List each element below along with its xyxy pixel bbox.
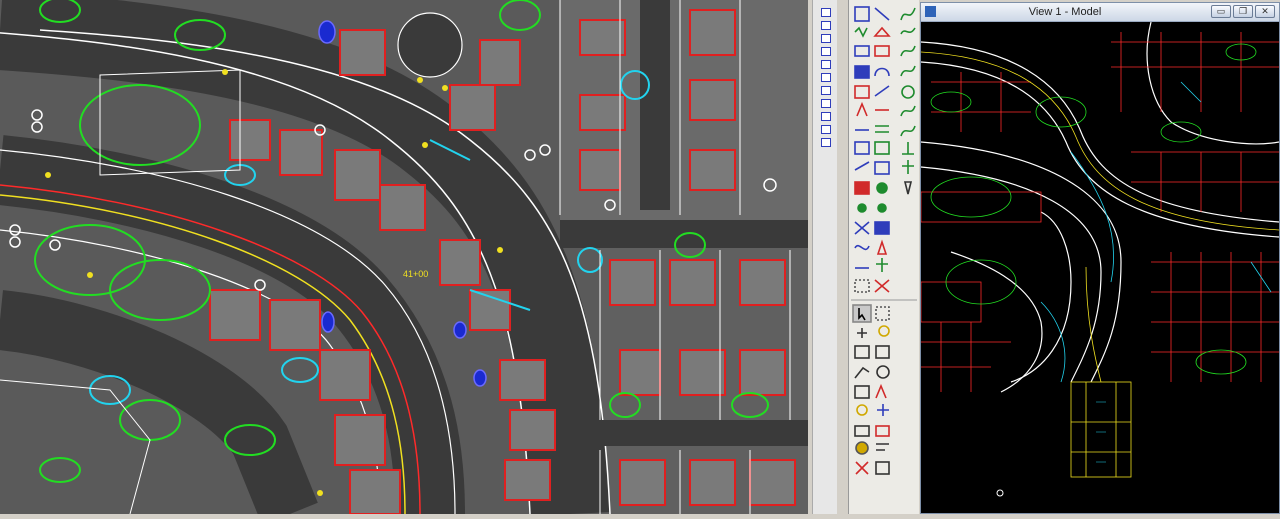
text2-icon[interactable]: [875, 383, 887, 399]
grid-icon[interactable]: [854, 45, 870, 57]
line-icon[interactable]: [874, 7, 890, 21]
tree-icon[interactable]: [902, 160, 914, 174]
hatch2-icon[interactable]: [854, 345, 870, 359]
level-icon-4[interactable]: [821, 47, 831, 56]
points-icon[interactable]: [874, 85, 890, 97]
flame-icon[interactable]: [876, 239, 888, 255]
image-icon[interactable]: [874, 141, 890, 155]
polygon-icon[interactable]: [874, 45, 890, 57]
polyline-icon[interactable]: [854, 366, 870, 379]
zoom-icon[interactable]: [875, 461, 890, 475]
cell-icon[interactable]: [854, 65, 870, 79]
view-title-bar[interactable]: View 1 - Model ▭ ❐ ✕: [921, 3, 1279, 22]
arc-icon[interactable]: [874, 67, 890, 77]
dots-icon[interactable]: [876, 182, 888, 194]
copy-icon[interactable]: [854, 385, 870, 399]
move-icon[interactable]: [877, 404, 889, 416]
light-icon[interactable]: [856, 404, 868, 416]
circle-icon[interactable]: [901, 85, 915, 99]
curve-icon[interactable]: [900, 7, 916, 21]
delete-icon[interactable]: [874, 279, 890, 293]
wave3-icon[interactable]: [900, 125, 916, 137]
level-toolbar: [812, 0, 837, 514]
align-icon[interactable]: [876, 443, 889, 451]
chain-icon[interactable]: [900, 105, 916, 117]
restore-button[interactable]: ❐: [1233, 5, 1253, 18]
route-icon[interactable]: [854, 244, 870, 251]
level-icon-7[interactable]: [821, 86, 831, 95]
rect-icon[interactable]: [875, 345, 890, 359]
fence-icon[interactable]: [854, 6, 870, 22]
rotate-icon[interactable]: [875, 425, 890, 437]
level-icon-9[interactable]: [821, 112, 831, 121]
palette-icon[interactable]: [855, 441, 869, 455]
measure2-icon[interactable]: [854, 425, 870, 437]
tree2-icon[interactable]: [876, 258, 888, 272]
pin-icon[interactable]: [903, 181, 913, 195]
wave-icon[interactable]: [900, 27, 916, 35]
delete2-icon[interactable]: [855, 461, 869, 475]
map-canvas[interactable]: 41+00: [0, 0, 808, 514]
level-icon-3[interactable]: [821, 34, 831, 43]
anchor-icon[interactable]: [902, 142, 914, 155]
bulb-icon[interactable]: [878, 325, 890, 337]
house-icon[interactable]: [873, 26, 891, 37]
view-window[interactable]: View 1 - Model ▭ ❐ ✕: [920, 2, 1280, 514]
cross-icon[interactable]: [854, 221, 870, 235]
sheet-icon[interactable]: [854, 141, 870, 155]
level-icon-11[interactable]: [821, 138, 831, 147]
scatter-icon[interactable]: [877, 203, 887, 213]
nodes-icon[interactable]: [857, 203, 867, 213]
curve2-icon[interactable]: [900, 65, 916, 77]
station-label: 41+00: [403, 269, 428, 279]
select-box-icon[interactable]: [854, 279, 870, 293]
level-icon-1[interactable]: [821, 8, 831, 17]
level-icon-5[interactable]: [821, 60, 831, 69]
close-button[interactable]: ✕: [1255, 5, 1275, 18]
level-icon-6[interactable]: [821, 73, 831, 82]
table-icon[interactable]: [874, 161, 890, 175]
offset-icon[interactable]: [875, 125, 889, 133]
level-icon-2[interactable]: [821, 21, 831, 30]
minimize-button[interactable]: ▭: [1211, 5, 1231, 18]
circle2-icon[interactable]: [876, 365, 890, 379]
pattern-icon[interactable]: [854, 181, 870, 195]
main-map-view[interactable]: 41+00: [0, 0, 808, 514]
snap-icon[interactable]: [854, 161, 870, 171]
level-icon-8[interactable]: [821, 99, 831, 108]
tool-palette: [848, 0, 919, 514]
pointer-icon[interactable]: [852, 304, 872, 323]
plus-icon[interactable]: [857, 328, 867, 338]
level-icon-10[interactable]: [821, 125, 831, 134]
zigzag-icon[interactable]: [854, 26, 868, 38]
photo-icon[interactable]: [874, 221, 890, 235]
text-icon[interactable]: [856, 101, 868, 117]
model-view-canvas[interactable]: [920, 21, 1280, 513]
spline-icon[interactable]: [900, 45, 916, 57]
hatch-icon[interactable]: [854, 85, 870, 99]
view-title: View 1 - Model: [1028, 6, 1102, 18]
fence-select-icon[interactable]: [875, 306, 890, 321]
